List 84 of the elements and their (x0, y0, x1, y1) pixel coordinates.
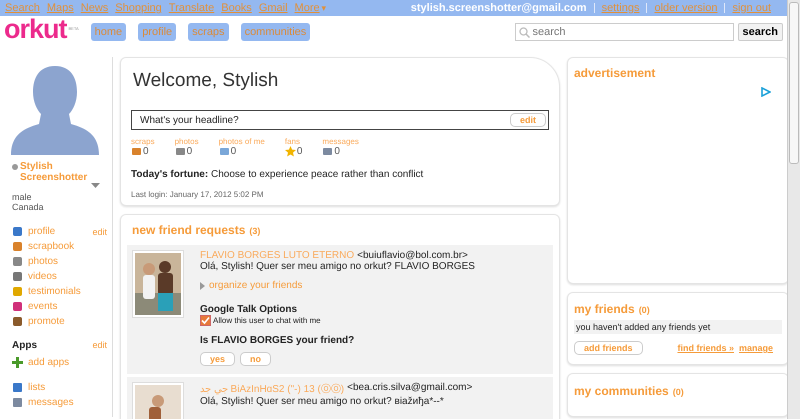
stat-count: 0 (186, 146, 192, 157)
headline-field[interactable]: What's your headline? edit (131, 110, 549, 130)
friends-count: (0) (638, 305, 650, 315)
sidebar-link[interactable]: scrapbook (28, 241, 74, 252)
top-link[interactable]: Maps (46, 2, 74, 14)
star-icon (284, 146, 296, 157)
stat-link[interactable]: fans (284, 137, 302, 146)
dropdown-icon[interactable] (91, 183, 100, 188)
account-email: stylish.screenshotter@gmail.com (410, 2, 587, 14)
profile-detail: Canada (12, 202, 45, 212)
request-message: Olá, Stylish! Quer ser meu amigo no orkut? FLAVIO BORGES (200, 261, 475, 272)
sidebar-link[interactable]: events (28, 301, 58, 312)
edit-link[interactable]: edit (92, 226, 112, 236)
sidebar-link[interactable]: videos (28, 271, 57, 282)
sidebar-link[interactable]: testimonials (28, 286, 81, 297)
nav-tab[interactable]: scraps (188, 23, 229, 41)
profile-detail: male (12, 192, 33, 202)
welcome-title: Welcome, Stylish (133, 70, 280, 92)
account-link[interactable]: sign out (732, 2, 771, 14)
sidebar-link[interactable]: lists (28, 382, 46, 393)
empty-message: you haven't added any friends yet (574, 320, 782, 334)
sidebar-link[interactable]: promote (28, 316, 65, 327)
profile-name[interactable]: Stylish Screenshotter (20, 161, 112, 183)
scrollbar[interactable] (787, 0, 800, 419)
checkbox-label: Allow this user to chat with me (213, 316, 321, 325)
sidebar-link[interactable]: profile (28, 226, 56, 237)
friend-question: Is FLAVIO BORGES your friend? (200, 335, 356, 346)
account-link[interactable]: older version (654, 2, 718, 14)
edit-button[interactable]: edit (510, 113, 546, 127)
answer-button[interactable]: yes (200, 352, 236, 366)
stat-link[interactable]: photos of me (218, 137, 265, 146)
top-link[interactable]: More (294, 2, 320, 14)
request-message: Olá, Stylish! Quer ser meu amigo no orkut? віаžиђа*--* (200, 396, 445, 407)
stat-link[interactable]: messages (322, 137, 359, 146)
answer-button[interactable]: no (240, 352, 272, 366)
section-title: my communities (574, 384, 669, 398)
sidebar-link[interactable]: messages (28, 397, 74, 408)
scroll-thumb[interactable] (789, 2, 799, 164)
stat-count: 0 (230, 146, 236, 157)
last-login: Last login: January 17, 2012 5:02 PM (131, 190, 265, 199)
nav-tab[interactable]: home (90, 23, 126, 41)
search-button[interactable]: search (738, 23, 783, 41)
organize-link[interactable]: organize your friends (209, 280, 302, 291)
top-link[interactable]: Shopping (115, 2, 162, 14)
logo[interactable]: orkut (4, 16, 66, 42)
ad-choices-icon[interactable] (761, 87, 771, 97)
stat-count: 0 (334, 146, 340, 157)
status-dot (12, 164, 18, 170)
top-link[interactable]: Translate (168, 2, 214, 14)
section-title: my friends (574, 302, 635, 316)
options-heading: Google Talk Options (200, 304, 298, 315)
top-link[interactable]: News (80, 2, 108, 14)
account-link[interactable]: settings (602, 2, 640, 14)
friends-link[interactable]: manage (738, 343, 773, 353)
top-link[interactable]: Books (221, 2, 252, 14)
communities-count: (0) (672, 387, 684, 397)
request-count: (3) (249, 226, 260, 236)
top-link[interactable]: Gmail (258, 2, 288, 14)
add-friends-button[interactable]: add friends (574, 341, 643, 355)
section-title: advertisement (574, 66, 656, 80)
top-link[interactable]: Search (5, 2, 40, 14)
requester-name[interactable]: FLAVIO BORGES LUTO ETERNO (200, 250, 354, 261)
requester-email: <buiuflavio@bol.com.br> (357, 250, 468, 261)
expand-icon[interactable] (200, 282, 205, 290)
requester-name[interactable]: ﺟﻲ ﺟﺪ BiAzInHɑS2 ("-) 13 (ⓞⓞ) (200, 382, 344, 396)
nav-tab[interactable]: profile (138, 23, 176, 41)
edit-link[interactable]: edit (92, 340, 112, 351)
search-field[interactable]: search (514, 23, 734, 41)
sidebar-link[interactable]: add apps (28, 357, 70, 368)
requester-email: <bea.cris.silva@gmail.com> (347, 382, 472, 395)
section-title: new friend requests (132, 223, 246, 237)
nav-tab[interactable]: communities (240, 23, 310, 41)
chat-checkbox[interactable] (200, 315, 211, 326)
stat-link[interactable]: scraps (131, 137, 155, 146)
sidebar-link[interactable]: photos (28, 256, 58, 267)
fortune-text: Today's fortune: Choose to experience peace rather than conflict (131, 169, 424, 180)
search-icon (518, 27, 530, 38)
stat-count: 0 (143, 146, 149, 157)
stat-count: 0 (296, 146, 302, 157)
friends-link[interactable]: find friends » (677, 343, 734, 353)
stat-link[interactable]: photos (174, 137, 199, 146)
caret-icon: ▾ (322, 3, 327, 13)
apps-heading: Apps (12, 340, 37, 351)
plus-icon (12, 357, 23, 368)
